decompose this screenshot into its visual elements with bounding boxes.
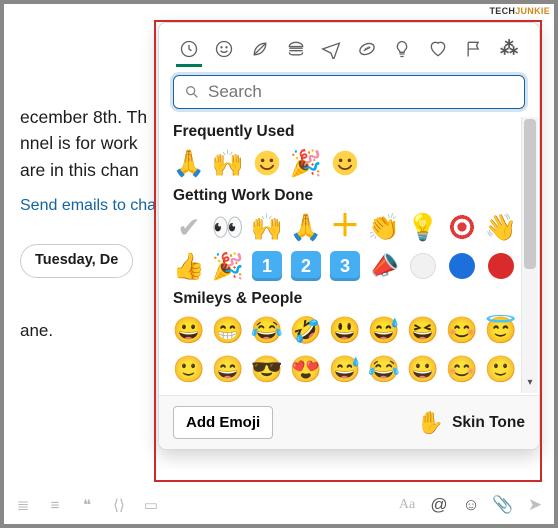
emoji-halo[interactable]: 😇 bbox=[485, 314, 517, 346]
tab-objects[interactable] bbox=[389, 33, 415, 67]
emoji-bulb[interactable]: 💡 bbox=[407, 211, 439, 243]
heart-icon bbox=[428, 39, 448, 59]
flag-icon bbox=[464, 39, 484, 59]
watermark: TECHJUNKIE bbox=[489, 6, 550, 16]
tab-smileys[interactable] bbox=[211, 33, 237, 67]
emoji-laughing[interactable]: 😆 bbox=[407, 314, 439, 346]
emoji-keycap-1[interactable]: 1 bbox=[251, 250, 283, 282]
emoji-keycap-2[interactable]: 2 bbox=[290, 250, 322, 282]
codeblock-icon[interactable]: ▭ bbox=[142, 496, 160, 514]
numbered-list-icon[interactable]: ≡ bbox=[46, 496, 64, 514]
tab-custom[interactable]: ⁂ bbox=[496, 33, 522, 67]
emoji-category-tabs: ⁂ bbox=[159, 23, 539, 67]
emoji-grinning[interactable]: 😀 bbox=[407, 353, 439, 385]
send-emails-link[interactable]: Send emails to cha bbox=[20, 197, 156, 214]
emoji-picker-footer: Add Emoji ✋ Skin Tone bbox=[159, 395, 539, 449]
emoji-tada[interactable]: 🎉 bbox=[212, 250, 244, 282]
emoji-wave[interactable]: 👋 bbox=[485, 211, 517, 243]
emoji-smile[interactable]: 🙂 bbox=[485, 353, 517, 385]
tab-food[interactable] bbox=[283, 33, 309, 67]
plane-icon bbox=[321, 39, 341, 59]
emoji-smile[interactable] bbox=[251, 147, 283, 179]
add-emoji-button[interactable]: Add Emoji bbox=[173, 406, 273, 439]
emoji-smile[interactable] bbox=[329, 147, 361, 179]
football-icon bbox=[357, 39, 377, 59]
section-getting-work-done: Getting Work Done bbox=[173, 187, 525, 205]
emoji-pray[interactable]: 🙏 bbox=[290, 211, 322, 243]
date-divider-pill[interactable]: Tuesday, De bbox=[20, 244, 133, 278]
bulb-icon bbox=[392, 39, 412, 59]
hand-icon: ✋ bbox=[417, 410, 444, 436]
emoji-plus[interactable]: ＋ bbox=[329, 211, 361, 243]
emoji-blush[interactable]: 😊 bbox=[446, 353, 478, 385]
emoji-joy[interactable]: 😂 bbox=[368, 353, 400, 385]
emoji-grinning[interactable]: 😀 bbox=[173, 314, 205, 346]
emoji-clap[interactable]: 👏 bbox=[368, 211, 400, 243]
emoji-slight-smile[interactable]: 🙂 bbox=[173, 353, 205, 385]
emoji-megaphone[interactable]: 📣 bbox=[364, 246, 403, 285]
tab-flags[interactable] bbox=[461, 33, 487, 67]
quote-icon[interactable]: ❝ bbox=[78, 496, 96, 514]
emoji-composer-icon[interactable]: ☺ bbox=[462, 496, 480, 514]
emoji-raised-hands[interactable]: 🙌 bbox=[212, 147, 244, 179]
emoji-checkmark[interactable]: ✔ bbox=[173, 211, 205, 243]
send-icon[interactable]: ➤ bbox=[526, 496, 544, 514]
tab-recent[interactable] bbox=[176, 33, 202, 67]
tab-nature[interactable] bbox=[247, 33, 273, 67]
emoji-sunglasses[interactable]: 😎 bbox=[251, 353, 283, 385]
app-frame: ecember 8th. Th nnel is for work are in … bbox=[4, 4, 554, 524]
tab-travel[interactable] bbox=[318, 33, 344, 67]
skin-tone-label: Skin Tone bbox=[452, 414, 525, 432]
code-icon[interactable]: ⟨⟩ bbox=[110, 496, 128, 514]
smiley-icon bbox=[214, 39, 234, 59]
emoji-beaming[interactable]: 😁 bbox=[212, 314, 244, 346]
message-composer-toolbar: ≣ ≡ ❝ ⟨⟩ ▭ Aa @ ☺ 📎 ➤ bbox=[14, 496, 544, 514]
emoji-blue-circle[interactable] bbox=[446, 250, 478, 282]
section-frequently-used: Frequently Used bbox=[173, 123, 525, 141]
format-icon[interactable]: Aa bbox=[398, 496, 416, 514]
emoji-grin[interactable]: 😄 bbox=[212, 353, 244, 385]
search-icon bbox=[184, 84, 200, 100]
emoji-search-input[interactable] bbox=[208, 82, 514, 102]
burger-icon bbox=[286, 39, 306, 59]
emoji-raised-hands[interactable]: 🙌 bbox=[251, 211, 283, 243]
emoji-rofl[interactable]: 🤣 bbox=[290, 314, 322, 346]
slack-icon: ⁂ bbox=[500, 38, 518, 59]
emoji-target[interactable] bbox=[446, 211, 478, 243]
emoji-keycap-3[interactable]: 3 bbox=[329, 250, 361, 282]
emoji-blush[interactable]: 😊 bbox=[446, 314, 478, 346]
leaf-icon bbox=[250, 39, 270, 59]
emoji-thumbs-up[interactable]: 👍 bbox=[173, 250, 205, 282]
tab-activities[interactable] bbox=[354, 33, 380, 67]
scrollbar-thumb[interactable] bbox=[524, 119, 536, 269]
emoji-red-circle[interactable] bbox=[485, 250, 517, 282]
tab-symbols[interactable] bbox=[425, 33, 451, 67]
emoji-sweat-smile[interactable]: 😅 bbox=[368, 314, 400, 346]
section-smileys-people: Smileys & People bbox=[173, 290, 525, 308]
emoji-big-smile[interactable]: 😃 bbox=[329, 314, 361, 346]
clock-icon bbox=[179, 39, 199, 59]
scrollbar[interactable]: ▾ bbox=[521, 117, 538, 393]
scrollbar-down-icon[interactable]: ▾ bbox=[524, 377, 536, 391]
emoji-scroll-area: ▾ Frequently Used 🙏 🙌 🎉 Getting Work Don… bbox=[159, 115, 539, 395]
emoji-sweat-smile[interactable]: 😅 bbox=[329, 353, 361, 385]
emoji-joy[interactable]: 😂 bbox=[251, 314, 283, 346]
emoji-pray[interactable]: 🙏 bbox=[173, 147, 205, 179]
emoji-white-circle[interactable] bbox=[407, 250, 439, 282]
emoji-picker: ⁂ ▾ Frequently Used 🙏 🙌 🎉 Getting Work D… bbox=[158, 22, 540, 450]
attach-icon[interactable]: 📎 bbox=[494, 496, 512, 514]
emoji-eyes[interactable]: 👀 bbox=[212, 211, 244, 243]
skin-tone-selector[interactable]: ✋ Skin Tone bbox=[417, 410, 525, 436]
mention-icon[interactable]: @ bbox=[430, 496, 448, 514]
emoji-tada[interactable]: 🎉 bbox=[290, 147, 322, 179]
emoji-search[interactable] bbox=[173, 75, 525, 109]
emoji-heart-eyes[interactable]: 😍 bbox=[290, 353, 322, 385]
bullet-list-icon[interactable]: ≣ bbox=[14, 496, 32, 514]
